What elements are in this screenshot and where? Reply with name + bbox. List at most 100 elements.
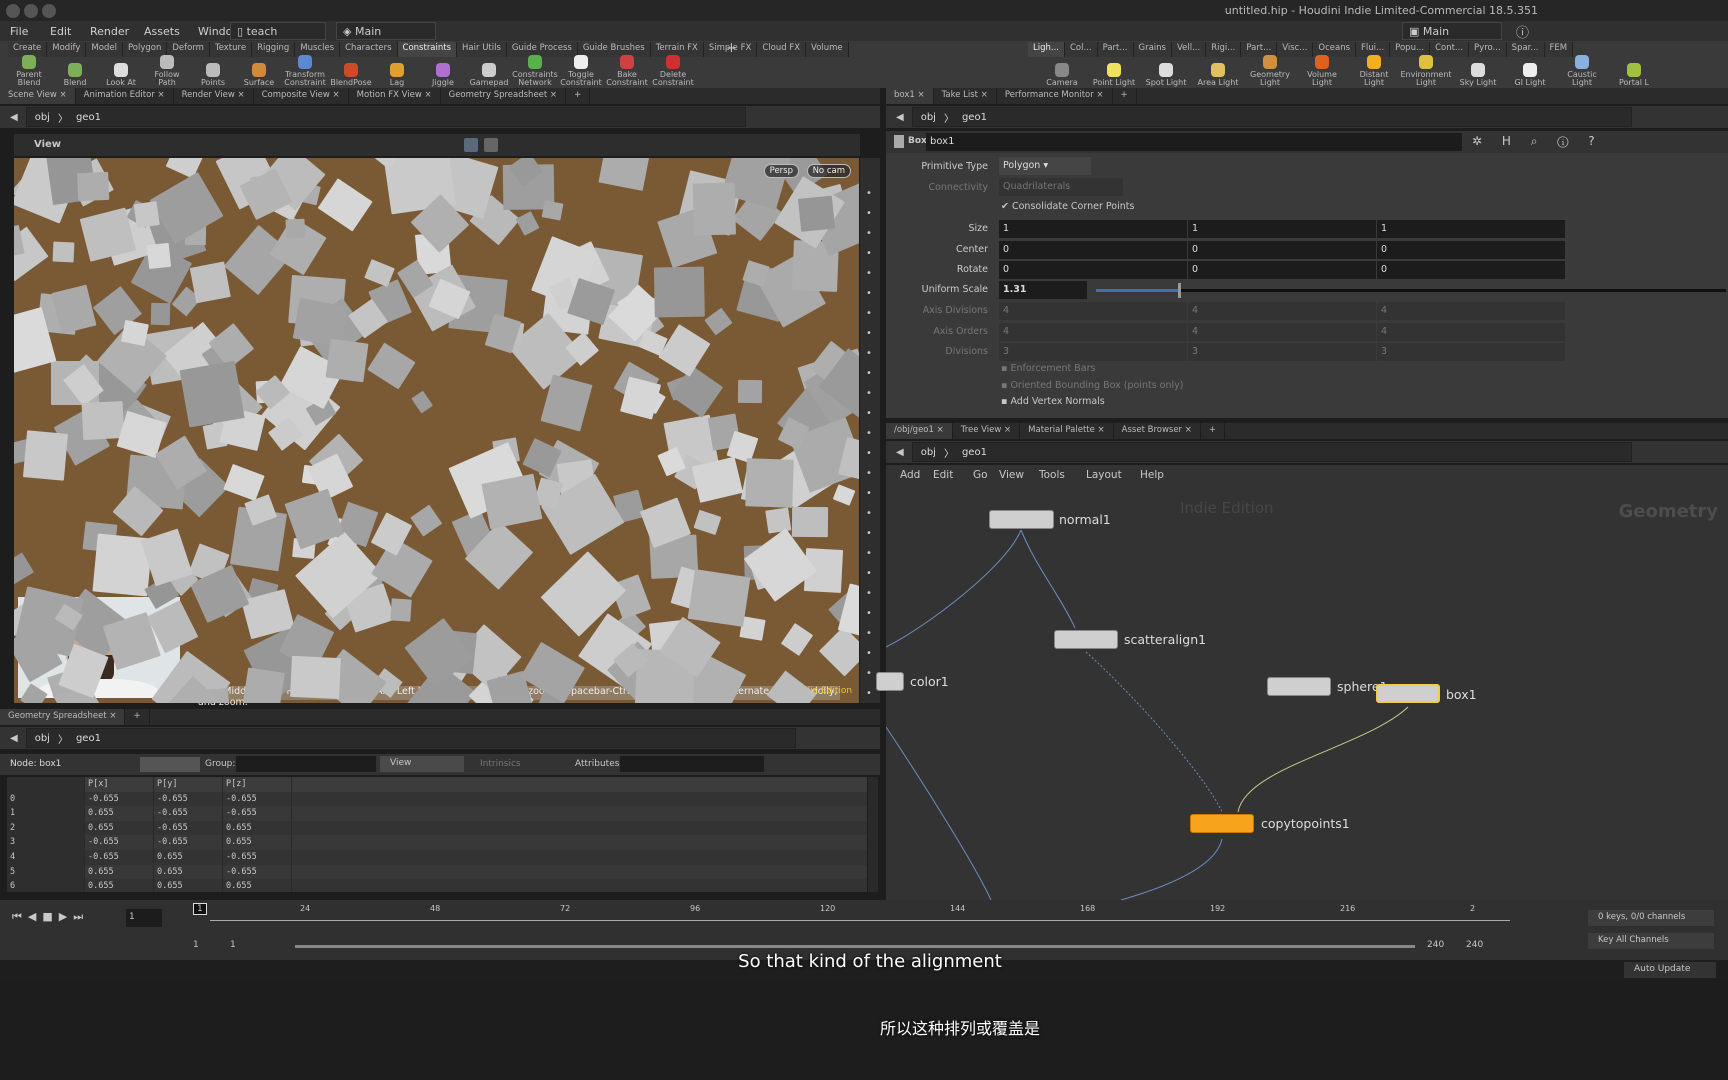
column-header[interactable]: P[x] <box>85 777 154 792</box>
add-vertex-normals-checkbox[interactable]: ▪ Add Vertex Normals <box>1001 396 1105 407</box>
tool-caustic-light[interactable]: Caustic Light <box>1556 55 1608 87</box>
table-row[interactable]: 5 0.655 0.655 -0.655 <box>7 864 867 880</box>
param-path[interactable]: obj 〉 geo1 <box>911 107 1632 127</box>
desktop-select[interactable]: ▯ teach <box>230 22 326 40</box>
shelf-tab-hair-utils[interactable]: Hair Utils <box>457 42 507 57</box>
size-x-input[interactable]: 1 <box>999 220 1187 238</box>
tool-sky-light[interactable]: Sky Light <box>1452 63 1504 87</box>
playback-controls[interactable]: ⏮◀■▶⏭ <box>12 910 89 924</box>
tool-blendpose[interactable]: BlendPose <box>328 63 374 87</box>
table-row[interactable]: 4 -0.655 0.655 -0.655 <box>7 849 867 865</box>
tool-lag[interactable]: Lag <box>374 63 420 87</box>
tool-environment-light[interactable]: Environment Light <box>1400 55 1452 87</box>
axis-divisions-z-input[interactable]: 4 <box>1377 302 1565 320</box>
intrinsics-dropdown[interactable]: Intrinsics <box>480 759 521 769</box>
tool-points[interactable]: Points <box>190 63 236 87</box>
snap-icon[interactable] <box>484 138 498 152</box>
uniform-scale-slider[interactable] <box>1096 283 1726 298</box>
node-copytopoints1[interactable] <box>1190 814 1254 833</box>
tool-camera[interactable]: Camera <box>1036 63 1088 87</box>
tool-toggle-constraint[interactable]: Toggle Constraint <box>558 55 604 87</box>
tool-geometry-light[interactable]: Geometry Light <box>1244 55 1296 87</box>
back-icon[interactable]: ◀ <box>10 112 18 123</box>
tab-composite-view[interactable]: Composite View × <box>254 88 349 104</box>
range-end[interactable]: 240 <box>1466 940 1483 950</box>
viewport-tool-icon[interactable]: • <box>866 288 872 299</box>
shelf-tab-spar[interactable]: Spar... <box>1506 42 1545 57</box>
center-x-input[interactable]: 0 <box>999 241 1187 259</box>
attributes-input[interactable] <box>620 756 764 772</box>
viewport-3d[interactable]: Persp No cam <box>14 158 859 703</box>
tool-point-light[interactable]: Point Light <box>1088 63 1140 87</box>
auto-update-dropdown[interactable]: Auto Update <box>1624 962 1716 978</box>
tool-area-light[interactable]: Area Light <box>1192 63 1244 87</box>
viewport-tool-icon[interactable]: • <box>866 528 872 539</box>
viewport-tool-icon[interactable]: • <box>866 668 872 679</box>
keys-channels-display[interactable]: 0 keys, 0/0 channels <box>1588 910 1714 926</box>
tab-take-list[interactable]: Take List × <box>934 88 997 104</box>
path-obj[interactable]: obj <box>921 447 936 458</box>
scene-path[interactable]: obj 〉 geo1 <box>25 107 746 127</box>
column-header[interactable] <box>7 777 85 792</box>
spreadsheet-path[interactable]: obj 〉 geo1 <box>25 728 796 748</box>
tool-gamepad[interactable]: Gamepad <box>466 63 512 87</box>
viewport-tool-icon[interactable]: • <box>866 568 872 579</box>
path-geo1[interactable]: geo1 <box>962 112 987 123</box>
tab-geometry-spreadsheet[interactable]: Geometry Spreadsheet × <box>0 709 126 725</box>
tab-asset-browser[interactable]: Asset Browser × <box>1114 423 1201 439</box>
viewport-tool-icon[interactable]: • <box>866 348 872 359</box>
tab-scene-view[interactable]: Scene View × <box>0 88 76 104</box>
path-geo1[interactable]: geo1 <box>76 112 101 123</box>
tool-spot-light[interactable]: Spot Light <box>1140 63 1192 87</box>
playback-start[interactable]: 1 <box>230 940 236 950</box>
uniform-scale-input[interactable]: 1.31 <box>999 281 1087 299</box>
consolidate-checkbox[interactable]: ✔ Consolidate Corner Points <box>1001 201 1134 212</box>
shelf-tab-cloud-fx[interactable]: Cloud FX <box>757 42 807 57</box>
divisions-y-input[interactable]: 3 <box>1188 343 1376 361</box>
tab-geometry-spreadsheet[interactable]: Geometry Spreadsheet × <box>441 88 567 104</box>
viewport-tool-icon[interactable]: • <box>866 368 872 379</box>
path-obj[interactable]: obj <box>35 733 50 744</box>
context-select[interactable]: ◈ Main <box>336 22 436 40</box>
timeline-ruler[interactable]: 24 48 72 96 120 144 168 192 216 2 <box>210 900 1510 930</box>
viewport-tool-icon[interactable]: • <box>866 388 872 399</box>
tool-bake-constraint[interactable]: Bake Constraint <box>604 55 650 87</box>
tab-tree-view[interactable]: Tree View × <box>953 423 1021 439</box>
axis-orders-z-input[interactable]: 4 <box>1377 323 1565 341</box>
back-icon[interactable]: ◀ <box>896 447 904 458</box>
tool-transform-constraint[interactable]: Transform Constraint <box>282 55 328 87</box>
add-tab-button[interactable]: + <box>1113 88 1137 104</box>
slider-handle[interactable] <box>1177 283 1181 298</box>
rotate-z-input[interactable]: 0 <box>1377 261 1565 279</box>
shelf-tab-volume[interactable]: Volume <box>806 42 849 57</box>
add-tab-button[interactable]: + <box>125 709 150 725</box>
key-all-channels-dropdown[interactable]: Key All Channels <box>1588 933 1714 949</box>
back-icon[interactable]: ◀ <box>896 112 904 123</box>
maximize-window-button[interactable] <box>42 4 56 18</box>
viewport-tool-icon[interactable]: • <box>866 588 872 599</box>
tool-constraints-network[interactable]: Constraints Network <box>512 55 558 87</box>
enforcement-bars-checkbox[interactable]: ▪ Enforcement Bars <box>1001 363 1095 374</box>
viewport-tool-icon[interactable]: • <box>866 268 872 279</box>
network-editor[interactable]: Indie Edition Geometry normal1 scatteral… <box>876 487 1728 900</box>
tool-volume-light[interactable]: Volume Light <box>1296 55 1348 87</box>
group-input[interactable] <box>236 756 376 772</box>
back-icon[interactable]: ◀ <box>10 733 18 744</box>
tool-portal-l[interactable]: Portal L <box>1608 63 1660 87</box>
tool-look-at[interactable]: Look At <box>98 63 144 87</box>
path-geo1[interactable]: geo1 <box>962 447 987 458</box>
tool-delete-constraint[interactable]: Delete Constraint <box>650 55 696 87</box>
path-obj[interactable]: obj <box>35 112 50 123</box>
connectivity-dropdown[interactable]: Quadrilaterals <box>999 178 1123 196</box>
column-header[interactable]: P[y] <box>154 777 223 792</box>
node-sphere1[interactable] <box>1267 677 1331 696</box>
node-color1[interactable] <box>876 672 904 691</box>
network-menu-layout[interactable]: Layout <box>1086 469 1122 481</box>
view-menu[interactable]: View <box>34 139 61 150</box>
tool-follow-path[interactable]: Follow Path <box>144 55 190 87</box>
add-shelf-icon[interactable]: + <box>726 41 737 56</box>
tab-animation-editor[interactable]: Animation Editor × <box>76 88 174 104</box>
view-dropdown[interactable]: View <box>380 756 464 772</box>
menu-edit[interactable]: Edit <box>50 25 71 38</box>
shelf-tab-ligh[interactable]: Ligh... <box>1028 42 1065 57</box>
